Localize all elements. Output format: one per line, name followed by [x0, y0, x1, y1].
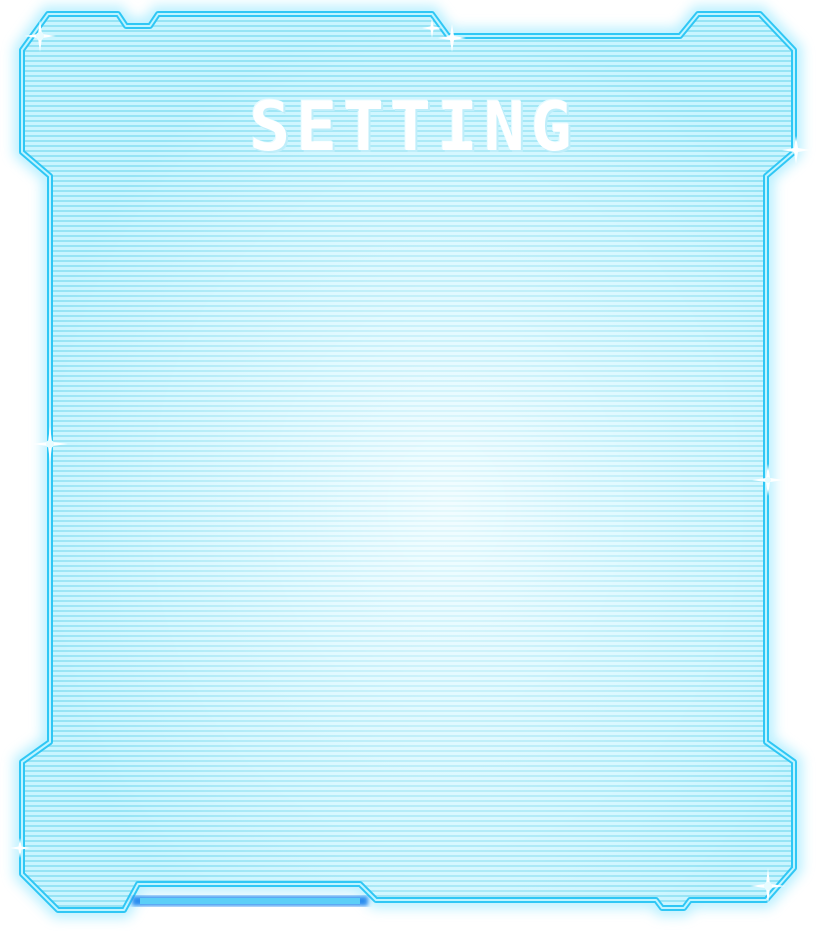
panel-title: SETTING: [249, 88, 578, 167]
bottom-bar-accent-core: [140, 898, 360, 904]
settings-panel: SETTING: [0, 0, 827, 931]
